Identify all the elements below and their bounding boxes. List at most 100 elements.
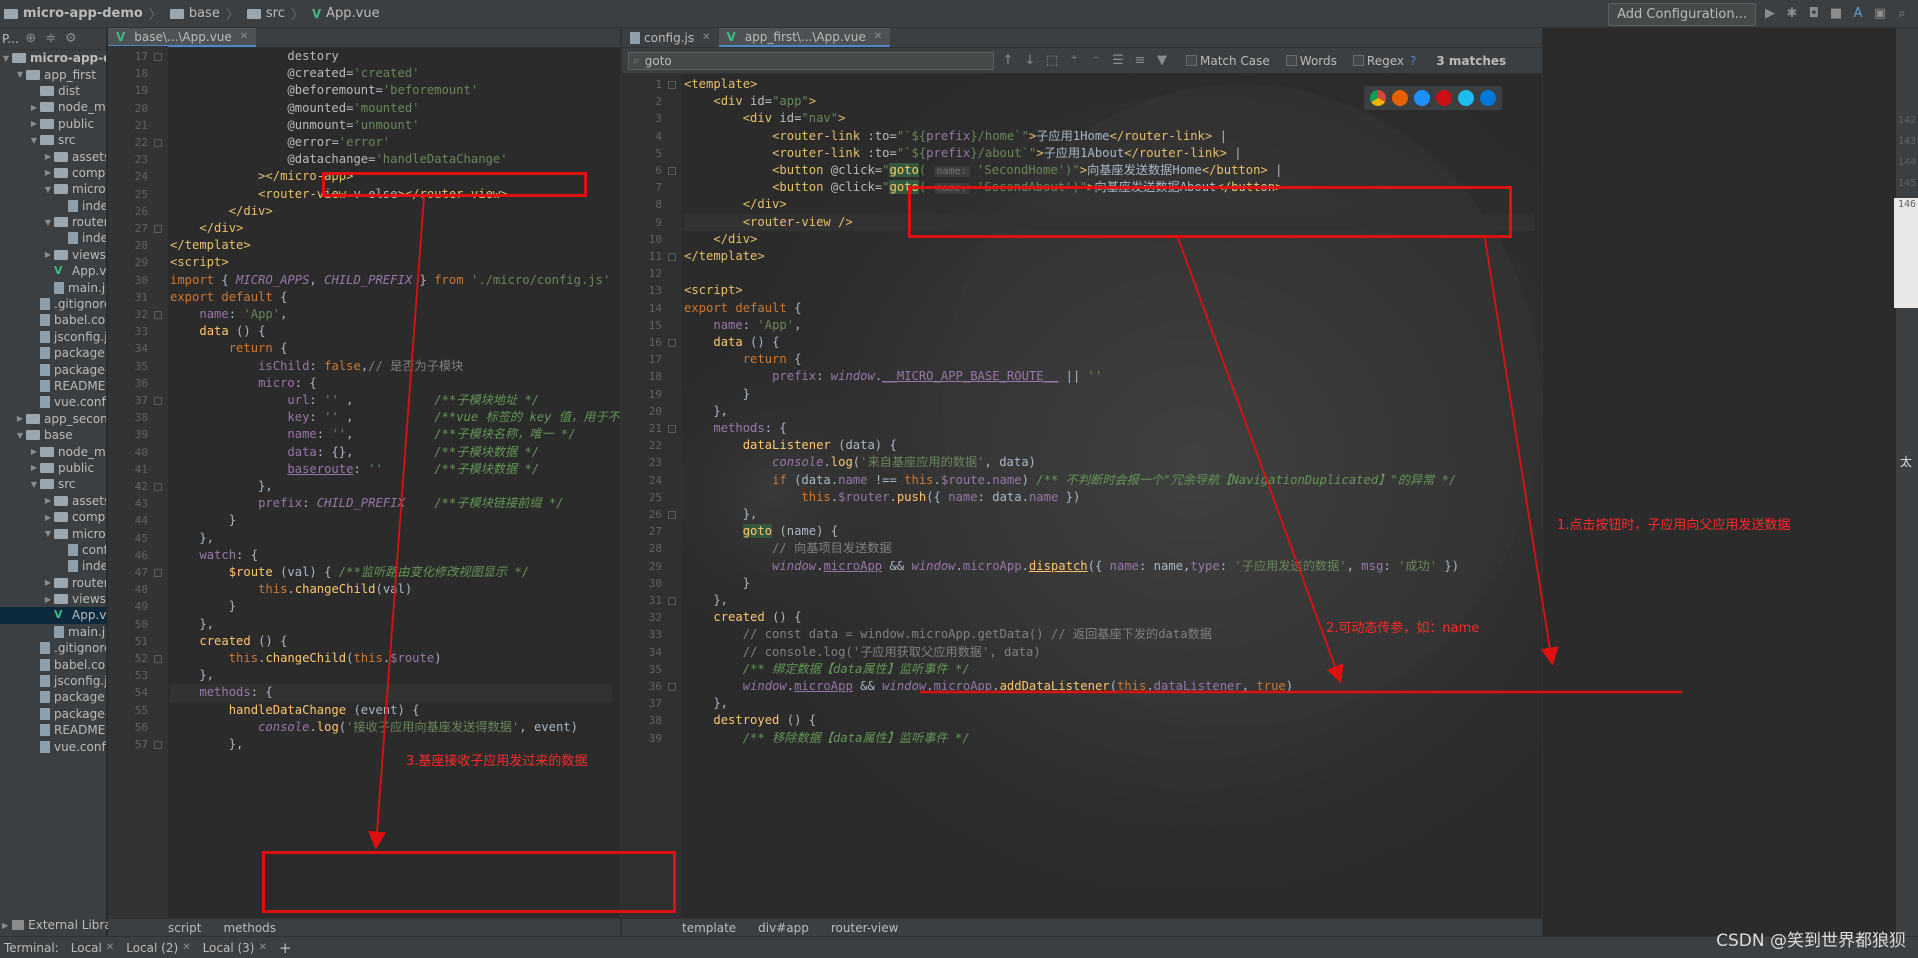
regex-help-icon[interactable]: ? [1410, 54, 1416, 68]
code-line[interactable]: }, [684, 695, 1534, 712]
target-icon[interactable]: ⊕ [23, 31, 39, 47]
opera-icon[interactable] [1436, 90, 1452, 106]
code-line[interactable]: destory [170, 48, 612, 65]
code-line[interactable]: if (data.name !== this.$route.name) /** … [684, 472, 1534, 489]
code-line[interactable]: $route (val) { /**监听路由变化修改视图显示 */ [170, 564, 612, 581]
code-line[interactable]: </div> [170, 203, 612, 220]
code-line[interactable]: url: '' , /**子模块地址 */ [170, 392, 612, 409]
chevron-right-icon[interactable]: ▶ [42, 595, 54, 604]
breadcrumb-router-view[interactable]: router-view [831, 921, 899, 935]
fold-marker-icon[interactable] [154, 655, 162, 663]
code-line[interactable]: watch: { [170, 547, 612, 564]
code-line[interactable]: name: 'App', [170, 306, 612, 323]
code-line[interactable]: @error='error' [170, 134, 612, 151]
chevron-right-icon[interactable]: ▶ [42, 250, 54, 259]
chevron-down-icon[interactable]: ▼ [42, 185, 54, 194]
breadcrumb-methods[interactable]: methods [223, 921, 276, 935]
chevron-right-icon[interactable]: ▶ [28, 119, 40, 128]
ie-icon[interactable] [1458, 90, 1474, 106]
code-line[interactable]: // 向基项目发送数据 [684, 540, 1534, 557]
breadcrumb-file[interactable]: V App.vue [308, 0, 384, 28]
tree-item[interactable]: ▼ app_first [0, 66, 106, 82]
breadcrumb-src[interactable]: src 〉 [243, 0, 308, 28]
tree-item[interactable]: ▶ assets [0, 493, 106, 509]
code-line[interactable]: this.$router.push({ name: data.name }) [684, 489, 1534, 506]
code-line[interactable]: data: {}, /**子模块数据 */ [170, 444, 612, 461]
code-line[interactable]: /** 绑定数据【data属性】监听事件 */ [684, 661, 1534, 678]
code-line[interactable]: <div id="nav"> [684, 110, 1534, 127]
terminal-tab-local[interactable]: Local ✕ [71, 941, 115, 955]
tree-item[interactable]: config.js [0, 542, 106, 558]
tree-item[interactable]: ▼ micro [0, 525, 106, 541]
chevron-down-icon[interactable]: ▼ [28, 136, 40, 145]
code-line[interactable]: this.changeChild(this.$route) [170, 650, 612, 667]
edge-icon[interactable] [1480, 90, 1496, 106]
tree-item[interactable]: package-lock.json [0, 361, 106, 377]
remove-occurrence-icon[interactable]: ⁻ [1088, 53, 1104, 69]
code-line[interactable]: this.changeChild(val) [170, 581, 612, 598]
translate-icon[interactable]: A [1850, 6, 1866, 22]
run-icon[interactable]: ▶ [1762, 6, 1778, 22]
tree-item[interactable]: ▶ node_modules [0, 99, 106, 115]
collapse-icon[interactable]: ≑ [43, 31, 59, 47]
close-icon[interactable]: ✕ [106, 942, 114, 953]
code-line[interactable]: } [684, 575, 1534, 592]
code-line[interactable] [684, 265, 1534, 282]
search-icon[interactable]: ⌕ [1894, 6, 1910, 22]
breadcrumb-project[interactable]: micro-app-demo 〉 [0, 0, 166, 28]
tree-item[interactable]: ▶ views [0, 591, 106, 607]
breadcrumb-script[interactable]: script [168, 921, 201, 935]
code-line[interactable]: prefix: CHILD_PREFIX /**子模块链接前缀 */ [170, 495, 612, 512]
code-line[interactable]: @datachange='handleDataChange' [170, 151, 612, 168]
code-line[interactable]: isChild: false,// 是否为子模块 [170, 358, 612, 375]
chevron-right-icon[interactable]: ▶ [28, 447, 40, 456]
settings-icon[interactable]: ≡ [1132, 53, 1148, 69]
chrome-icon[interactable] [1370, 90, 1386, 106]
fold-marker-icon[interactable] [668, 425, 676, 433]
error-stripe[interactable] [1542, 46, 1554, 936]
code-line[interactable]: prefix: window.__MICRO_APP_BASE_ROUTE__ … [684, 368, 1534, 385]
code-line[interactable]: @beforemount='beforemount' [170, 82, 612, 99]
code-line[interactable]: }, [684, 506, 1534, 523]
code-line[interactable]: created () { [170, 633, 612, 650]
fold-marker-icon[interactable] [154, 483, 162, 491]
fold-marker-icon[interactable] [668, 597, 676, 605]
code-line[interactable]: methods: { [170, 684, 612, 702]
tree-item[interactable]: babel.config.js [0, 656, 106, 672]
tree-item[interactable]: README.md [0, 722, 106, 738]
project-view-selector[interactable]: P... [2, 32, 19, 46]
chevron-right-icon[interactable]: ▶ [28, 103, 40, 112]
tree-item[interactable]: package.json [0, 345, 106, 361]
code-line[interactable]: console.log('来自基座应用的数据', data) [684, 454, 1534, 471]
tab-base-app-vue[interactable]: V base\...\App.vue ✕ [108, 28, 257, 47]
code-line[interactable]: return { [684, 351, 1534, 368]
close-icon[interactable]: ✕ [182, 942, 190, 953]
code-line[interactable]: <button @click="goto( name: 'SecondHome'… [684, 162, 1534, 179]
code-line[interactable]: <router-link :to="`${prefix}/home`">子应用1… [684, 128, 1534, 145]
chevron-right-icon[interactable]: ▶ [42, 152, 54, 161]
fold-marker-icon[interactable] [154, 741, 162, 749]
tree-item[interactable]: .gitignore [0, 640, 106, 656]
filter-icon[interactable]: ▼ [1154, 53, 1170, 69]
breadcrumb-base[interactable]: base 〉 [166, 0, 243, 28]
tab-config-js[interactable]: config.js ✕ [622, 28, 719, 47]
code-line[interactable]: key: '' , /**vue 标签的 key 值，用于不同子模块 [170, 409, 620, 426]
code-line[interactable]: dataListener (data) { [684, 437, 1534, 454]
code-line[interactable]: name: '', /**子模块名称，唯一 */ [170, 426, 612, 443]
new-terminal-button[interactable]: + [279, 939, 292, 957]
breadcrumb-div-app[interactable]: div#app [758, 921, 809, 935]
code-line[interactable]: // console.log('子应用获取父应用数据', data) [684, 644, 1534, 661]
code-line[interactable]: } [170, 512, 612, 529]
code-line[interactable]: }, [684, 592, 1534, 609]
fold-marker-icon[interactable] [668, 167, 676, 175]
fold-marker-icon[interactable] [668, 511, 676, 519]
tab-app-first-app-vue[interactable]: V app_first\...\App.vue ✕ [718, 28, 891, 47]
firefox-icon[interactable] [1392, 90, 1408, 106]
code-line[interactable]: @unmount='unmount' [170, 117, 612, 134]
code-line[interactable]: /** 移除数据【data属性】监听事件 */ [684, 730, 1534, 747]
tree-item[interactable]: ▶ node_modules [0, 443, 106, 459]
code-line[interactable]: name: 'App', [684, 317, 1534, 334]
chevron-right-icon[interactable]: ▶ [28, 463, 40, 472]
select-occurrences-icon[interactable]: ☰ [1110, 53, 1126, 69]
select-all-icon[interactable]: ⬚ [1044, 53, 1060, 69]
